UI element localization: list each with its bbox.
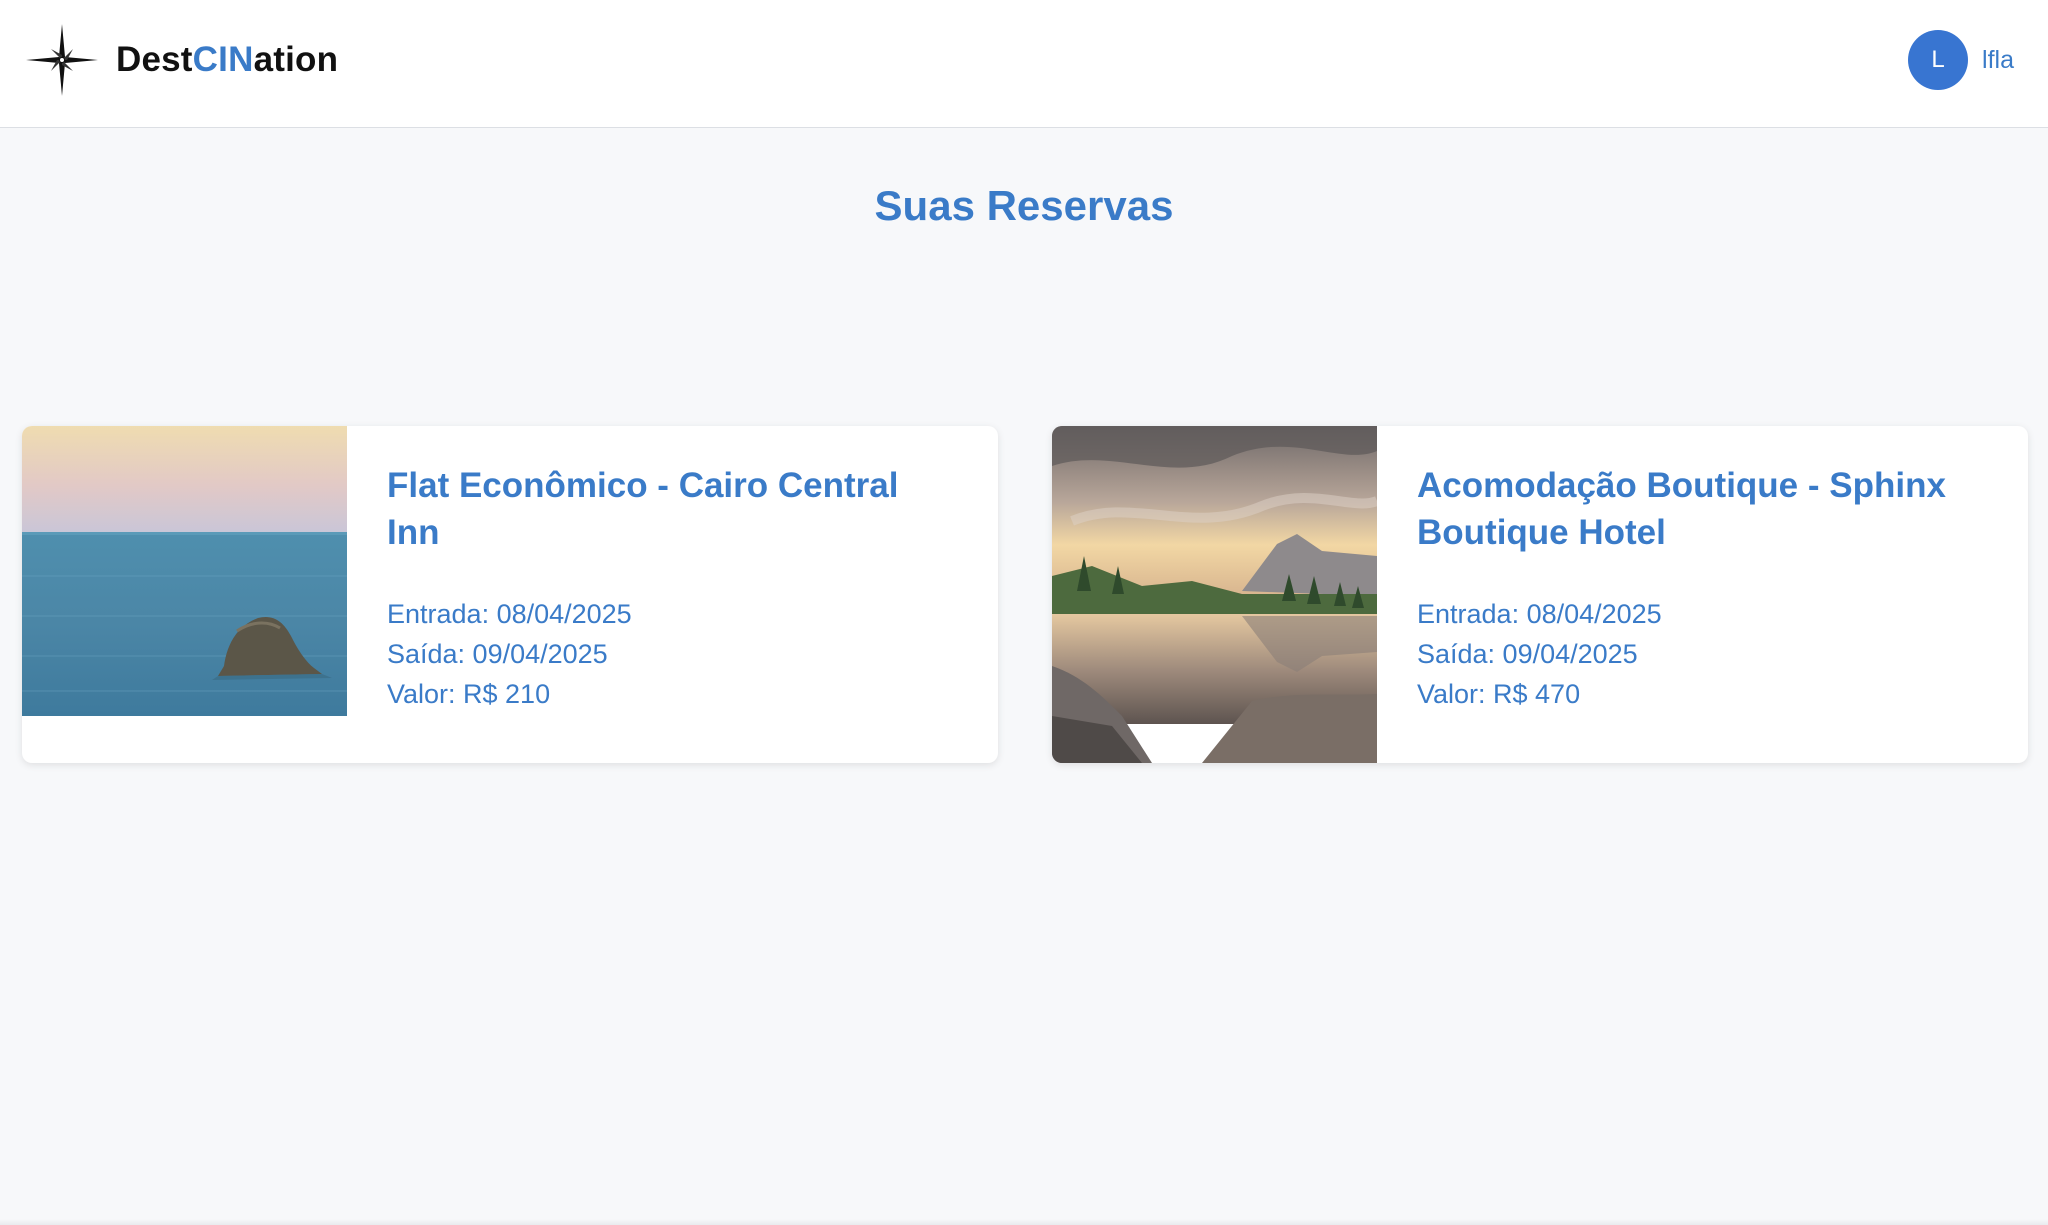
compass-star-icon: [26, 24, 98, 96]
footer-divider: [0, 1219, 2048, 1225]
reservation-card[interactable]: Flat Econômico - Cairo Central Inn Entra…: [22, 426, 998, 763]
brand-logo-link[interactable]: DestCINation: [24, 22, 338, 98]
brand-name-accent: CIN: [192, 40, 254, 79]
reservation-price: Valor: R$ 470: [1417, 679, 1581, 709]
sea-rock-photo: [22, 426, 347, 716]
checkout-date: Saída: 09/04/2025: [387, 639, 608, 669]
reservation-info: Flat Econômico - Cairo Central Inn Entra…: [387, 462, 958, 714]
reservation-title[interactable]: Acomodação Boutique - Sphinx Boutique Ho…: [1417, 462, 1988, 556]
mountain-lake-photo: [1052, 426, 1377, 763]
avatar-initial: L: [1931, 46, 1945, 73]
reservation-price: Valor: R$ 210: [387, 679, 551, 709]
reservation-image-mountain-lake: [1052, 426, 1377, 763]
checkin-date: Entrada: 08/04/2025: [1417, 599, 1662, 629]
top-navbar: DestCINation L lfla: [0, 0, 2048, 128]
brand-name: DestCINation: [116, 40, 338, 80]
page-title: Suas Reservas: [874, 182, 1174, 229]
reservation-card[interactable]: Acomodação Boutique - Sphinx Boutique Ho…: [1052, 426, 2028, 763]
checkout-date: Saída: 09/04/2025: [1417, 639, 1638, 669]
user-name[interactable]: lfla: [1982, 46, 2014, 75]
reservation-title[interactable]: Flat Econômico - Cairo Central Inn: [387, 462, 958, 556]
reservation-info: Acomodação Boutique - Sphinx Boutique Ho…: [1417, 462, 1988, 714]
checkin-date: Entrada: 08/04/2025: [387, 599, 632, 629]
brand-name-prefix: Dest: [116, 40, 193, 79]
avatar[interactable]: L: [1908, 30, 1969, 90]
brand-name-suffix: ation: [253, 40, 339, 79]
reservation-image-sea-rock: [22, 426, 347, 716]
user-menu[interactable]: L lfla: [1908, 30, 2014, 90]
